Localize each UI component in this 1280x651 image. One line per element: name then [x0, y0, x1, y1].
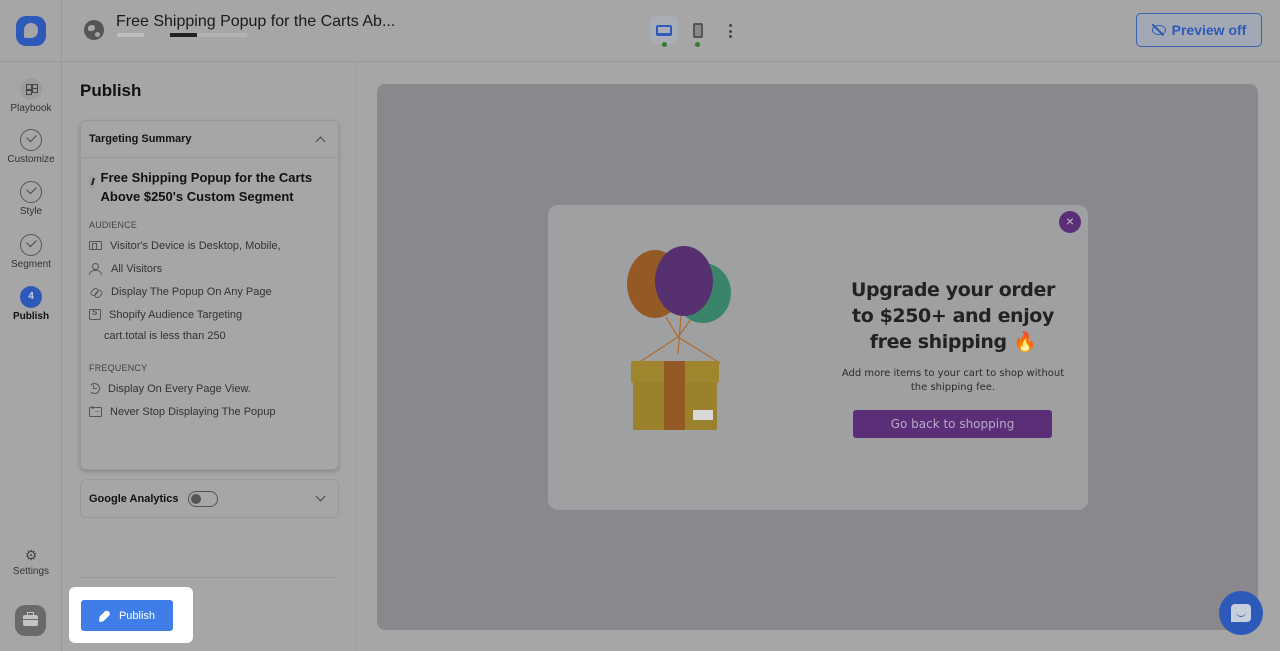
rule-text: Visitor's Device is Desktop, Mobile,	[110, 239, 281, 252]
eye-off-icon	[1151, 25, 1166, 35]
panel-title: Publish	[80, 81, 142, 100]
frequency-rule: Never Stop Displaying The Popup	[81, 400, 338, 423]
desktop-status-dot	[662, 42, 667, 47]
rule-text: Shopify Audience Targeting	[109, 308, 243, 321]
sidebar-item-customize[interactable]: Customize	[0, 129, 62, 165]
audience-rule: Shopify Audience Targeting	[81, 303, 338, 326]
chevron-down-icon[interactable]	[315, 491, 326, 502]
google-analytics-toggle[interactable]	[188, 490, 219, 507]
top-bar: Free Shipping Popup for the Carts Ab... …	[0, 0, 1280, 62]
app-logo[interactable]	[16, 16, 46, 46]
popup-preview: × Upgrade your order to $250+ and enjoy …	[548, 205, 1088, 510]
chat-icon	[1231, 604, 1251, 622]
progress-segment	[117, 33, 144, 37]
workspace-button[interactable]	[15, 605, 46, 636]
sidebar-item-label: Playbook	[10, 103, 52, 114]
mobile-view-button[interactable]	[684, 16, 712, 44]
sidebar-item-label: Settings	[12, 566, 50, 577]
targeting-summary-card: Targeting Summary Free Shipping Popup fo…	[80, 120, 339, 470]
grid-icon	[20, 78, 42, 100]
chat-support-button[interactable]	[1219, 591, 1263, 635]
segment-title: Free Shipping Popup for the Carts Above …	[100, 170, 313, 204]
audience-condition: cart.total is less than 250	[104, 330, 226, 342]
sidebar-item-label: Customize	[7, 154, 55, 165]
audience-rule: All Visitors	[81, 257, 338, 280]
sidebar-item-label: Style	[19, 206, 43, 217]
rule-text: All Visitors	[111, 262, 163, 275]
screen-icon	[89, 405, 102, 417]
sidebar-item-label: Publish	[12, 311, 50, 322]
sidebar-item-segment[interactable]: Segment	[0, 234, 62, 270]
frequency-rule: Display On Every Page View.	[81, 377, 338, 400]
frequency-label: FREQUENCY	[89, 363, 148, 373]
check-circle-icon	[20, 129, 42, 151]
briefcase-icon	[23, 612, 38, 626]
google-analytics-label: Google Analytics	[89, 492, 179, 505]
step-number-badge: 4	[20, 286, 42, 308]
segment-heading: Free Shipping Popup for the Carts Above …	[81, 158, 338, 206]
shopify-bag-icon	[89, 308, 101, 320]
gear-icon: ⚙	[24, 547, 38, 563]
popup-subtext: Add more items to your cart to shop with…	[841, 368, 1065, 393]
close-icon[interactable]: ×	[1059, 211, 1081, 233]
history-icon	[89, 383, 100, 394]
phone-icon	[693, 22, 703, 38]
go-back-to-shopping-button[interactable]: Go back to shopping	[853, 410, 1052, 438]
publish-label: Publish	[118, 609, 156, 622]
mobile-status-dot	[695, 42, 700, 47]
rule-text: Display The Popup On Any Page	[111, 285, 272, 298]
sidebar-item-playbook[interactable]: Playbook	[0, 78, 62, 114]
audience-label: AUDIENCE	[89, 220, 138, 230]
users-icon	[89, 262, 103, 275]
sidebar-item-settings[interactable]: ⚙ Settings	[0, 548, 62, 577]
progress-segment	[197, 33, 247, 37]
link-icon	[89, 286, 103, 298]
check-circle-icon	[20, 181, 42, 203]
rule-text: Never Stop Displaying The Popup	[110, 405, 276, 418]
logo-area	[0, 0, 62, 62]
more-options-icon[interactable]	[722, 22, 738, 40]
preview-toggle-button[interactable]: Preview off	[1136, 13, 1262, 47]
google-analytics-card[interactable]: Google Analytics	[80, 479, 339, 518]
step-sidebar: Playbook Customize Style Segment 4 Publi…	[0, 62, 62, 651]
sidebar-item-label: Segment	[10, 259, 52, 270]
rocket-icon	[98, 610, 111, 622]
gift-ribbon	[664, 361, 685, 430]
divider	[80, 577, 338, 578]
publish-panel: Publish Targeting Summary Free Shipping …	[62, 62, 356, 651]
progress-segment-active	[170, 33, 197, 37]
preview-label: Preview off	[1171, 22, 1247, 38]
audience-rule: Visitor's Device is Desktop, Mobile,	[81, 234, 338, 257]
purple-balloon	[655, 246, 713, 316]
card-title: Targeting Summary	[89, 133, 192, 145]
sidebar-item-style[interactable]: Style	[0, 181, 62, 217]
gift-tag	[693, 410, 713, 420]
document-title[interactable]: Free Shipping Popup for the Carts Ab...	[116, 13, 395, 31]
popup-headline: Upgrade your order to $250+ and enjoy fr…	[851, 279, 1055, 353]
check-circle-icon	[20, 234, 42, 256]
targeting-summary-header[interactable]: Targeting Summary	[81, 121, 338, 158]
lightning-icon	[89, 175, 94, 189]
publish-button[interactable]: Publish	[81, 600, 173, 631]
audience-rule: Display The Popup On Any Page	[81, 280, 338, 303]
globe-icon	[84, 20, 104, 40]
chevron-up-icon[interactable]	[315, 136, 326, 146]
desktop-view-button[interactable]	[650, 16, 678, 44]
device-icon	[89, 241, 102, 250]
sidebar-item-publish[interactable]: 4 Publish	[0, 286, 62, 322]
laptop-icon	[656, 24, 672, 36]
rule-text: Display On Every Page View.	[108, 382, 251, 395]
step-progress	[117, 33, 247, 37]
balloons-gift-illustration	[627, 246, 731, 430]
